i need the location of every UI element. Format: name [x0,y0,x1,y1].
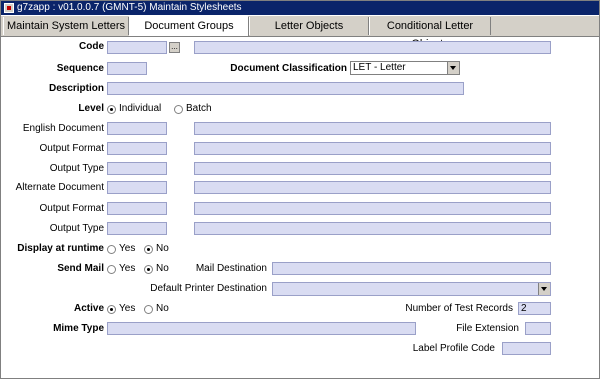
window-title: g7zapp : v01.0.0.7 (GMNT-5) Maintain Sty… [17,2,242,13]
alternate-doc-label: Alternate Document [15,182,104,193]
display-runtime-label: Display at runtime [17,243,104,254]
level-batch-radio[interactable] [174,105,183,114]
active-no-label: No [156,303,169,314]
level-batch-label: Batch [186,103,212,114]
output-type-desc-input[interactable] [194,162,551,175]
chevron-down-icon[interactable] [447,62,459,74]
title-bar: g7zapp : v01.0.0.7 (GMNT-5) Maintain Sty… [1,1,599,15]
english-doc-label: English Document [22,123,104,134]
app-window: g7zapp : v01.0.0.7 (GMNT-5) Maintain Sty… [0,0,600,379]
alternate-doc-desc-input[interactable] [194,181,551,194]
active-yes-label: Yes [119,303,136,314]
alternate-doc-input[interactable] [107,181,167,194]
output-format-desc-input[interactable] [194,142,551,155]
code-input[interactable] [107,41,167,54]
send-mail-yes-label: Yes [119,263,136,274]
send-mail-label: Send Mail [57,263,104,274]
code-lookup-button[interactable]: ... [169,42,180,53]
tab-strip: Maintain System Letters Document Groups … [1,16,599,50]
doc-class-select[interactable]: LET - Letter [350,61,460,75]
output-type2-label: Output Type [49,223,104,234]
mail-dest-input[interactable] [272,262,551,275]
output-type2-desc-input[interactable] [194,222,551,235]
doc-class-label: Document Classification [230,63,347,74]
display-runtime-no-radio[interactable] [144,245,153,254]
active-yes-radio[interactable] [107,305,116,314]
tab-conditional-letter-objects[interactable]: Conditional Letter Objects [369,17,491,50]
tab-maintain-system-letters[interactable]: Maintain System Letters [3,17,129,35]
mail-dest-label: Mail Destination [195,263,267,274]
sequence-label: Sequence [56,63,104,74]
label-profile-input[interactable] [502,342,551,355]
display-runtime-no-label: No [156,243,169,254]
mime-type-input[interactable] [107,322,416,335]
mime-type-label: Mime Type [53,323,104,334]
level-individual-label: Individual [119,103,162,114]
display-runtime-yes-radio[interactable] [107,245,116,254]
test-records-input[interactable]: 2 [518,302,551,315]
output-format-label: Output Format [39,143,104,154]
level-individual-radio[interactable] [107,105,116,114]
code-label: Code [79,41,104,52]
output-format2-desc-input[interactable] [194,202,551,215]
code-description-input[interactable] [194,41,551,54]
send-mail-no-label: No [156,263,169,274]
file-ext-input[interactable] [525,322,551,335]
default-printer-label: Default Printer Destination [150,283,267,294]
display-runtime-yes-label: Yes [119,243,136,254]
output-type2-input[interactable] [107,222,167,235]
output-type-label: Output Type [49,163,104,174]
english-doc-input[interactable] [107,122,167,135]
app-icon [4,3,14,13]
active-label: Active [73,303,104,314]
send-mail-yes-radio[interactable] [107,265,116,274]
description-label: Description [48,83,104,94]
output-format2-input[interactable] [107,202,167,215]
level-label: Level [78,103,104,114]
output-type-input[interactable] [107,162,167,175]
description-input[interactable] [107,82,464,95]
chevron-down-icon[interactable] [538,283,550,295]
send-mail-no-radio[interactable] [144,265,153,274]
english-doc-desc-input[interactable] [194,122,551,135]
test-records-label: Number of Test Records [405,303,513,314]
output-format-input[interactable] [107,142,167,155]
tab-document-groups[interactable]: Document Groups [129,16,249,36]
file-ext-label: File Extension [456,323,519,334]
default-printer-select[interactable] [272,282,551,296]
label-profile-label: Label Profile Code [412,343,495,354]
doc-class-value: LET - Letter [353,62,406,73]
output-format2-label: Output Format [39,203,104,214]
active-no-radio[interactable] [144,305,153,314]
tab-letter-objects[interactable]: Letter Objects [249,17,369,35]
sequence-input[interactable] [107,62,147,75]
